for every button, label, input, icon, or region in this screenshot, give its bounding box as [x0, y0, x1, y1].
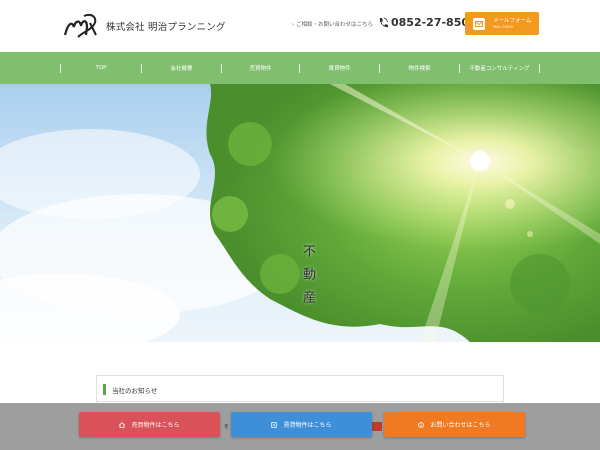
contact-button[interactable]: お問い合わせはこちら	[384, 412, 525, 437]
news-title: 当社のお知らせ	[112, 387, 158, 395]
home-icon	[119, 421, 126, 428]
nav-separator	[539, 64, 540, 73]
mailform-sub: MAIL FORM	[493, 25, 513, 29]
building-icon	[271, 421, 278, 428]
nav-item-company[interactable]: 会社概要	[142, 52, 221, 84]
rent-button-label: 賃貸物件はこちら	[283, 422, 332, 429]
info-icon	[418, 421, 425, 428]
nav-item-top[interactable]: TOP	[61, 52, 141, 84]
mailform-button[interactable]: メールフォーム MAIL FORM	[465, 12, 539, 35]
mail-icon	[473, 17, 485, 30]
contact-link[interactable]: › ご相談・お問い合わせはこちら	[292, 20, 373, 28]
page: 株式会社 明治プランニング › ご相談・お問い合わせはこちら 0852-27-8…	[0, 0, 600, 450]
nav-item-sale[interactable]: 売買物件	[222, 52, 299, 84]
company-logo[interactable]: 株式会社 明治プランニング	[62, 13, 226, 39]
mailform-text: メールフォーム MAIL FORM	[493, 17, 531, 30]
logo-mark-icon	[63, 13, 97, 38]
mailform-label: メールフォーム	[493, 18, 532, 24]
sale-button-label: 売買物件はこちら	[131, 422, 180, 429]
nav-item-search[interactable]: 物件検索	[380, 52, 459, 84]
phone-icon	[379, 17, 388, 27]
hero-image: 不動産	[0, 84, 600, 342]
phone-number: 0852-27-8505	[391, 16, 477, 29]
news-section: 当社のお知らせ	[96, 375, 504, 402]
contact-button-label: お問い合わせはこちら	[430, 422, 491, 429]
news-accent-bar	[103, 384, 106, 395]
underlay-badge	[372, 422, 382, 431]
nav-item-consulting[interactable]: 不動産コンサルティング	[460, 52, 539, 84]
sale-properties-button[interactable]: 売買物件はこちら	[79, 412, 220, 437]
rent-properties-button[interactable]: 賃貸物件はこちら	[231, 412, 372, 437]
nav-item-rent[interactable]: 賃貸物件	[300, 52, 379, 84]
site-header: 株式会社 明治プランニング › ご相談・お問い合わせはこちら 0852-27-8…	[0, 0, 600, 52]
company-name: 株式会社 明治プランニング	[106, 22, 226, 33]
phone-block[interactable]: 0852-27-8505	[378, 16, 477, 29]
underlay-text: を	[224, 424, 230, 430]
main-nav: TOP 会社概要 売買物件 賃貸物件 物件検索 不動産コンサルティング	[0, 52, 600, 84]
hero-vertical-text: 不動産	[300, 244, 315, 313]
